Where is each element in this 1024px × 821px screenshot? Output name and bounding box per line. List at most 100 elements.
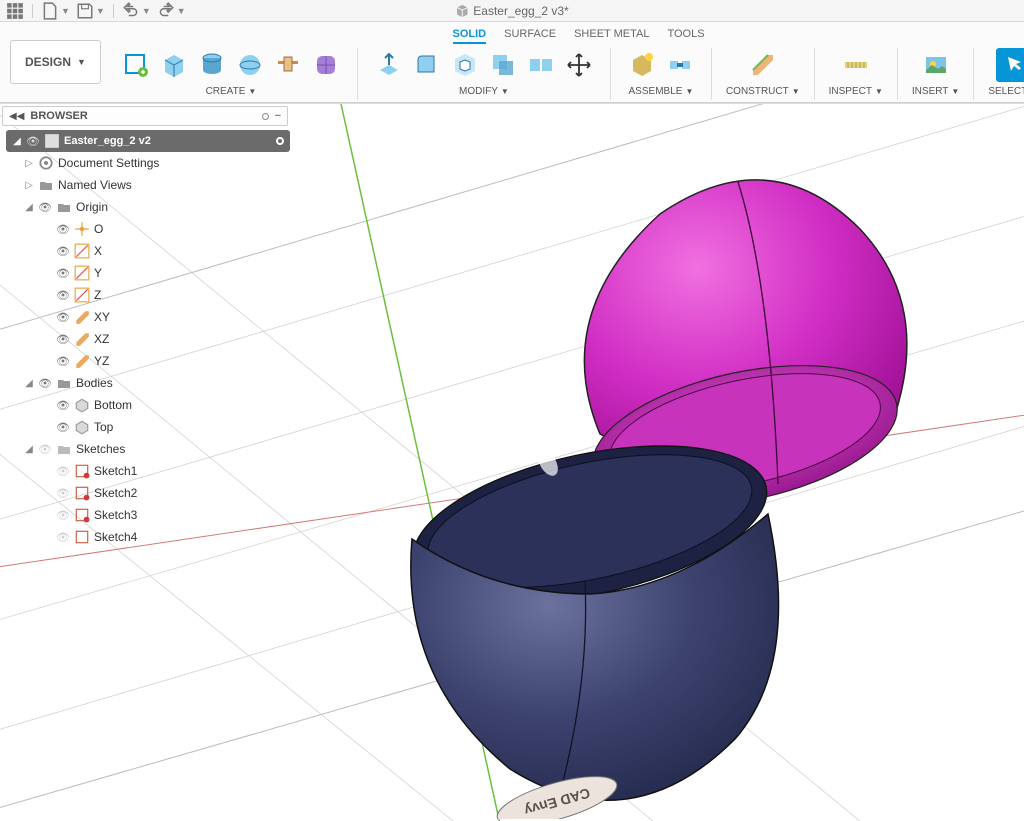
measure-tool-icon[interactable] xyxy=(839,48,873,82)
sketch-tool-icon[interactable] xyxy=(119,48,153,82)
tree-origin-x[interactable]: 👁X xyxy=(52,240,290,262)
viewport-3d[interactable]: CAD Envy ◀◀ BROWSER − ◢ 👁 Easter_egg_2 v… xyxy=(0,103,1024,821)
tree-root[interactable]: ◢ 👁 Easter_egg_2 v2 xyxy=(6,130,290,152)
tree-origin-xy[interactable]: 👁XY xyxy=(52,306,290,328)
group-label-create[interactable]: CREATE▼ xyxy=(206,86,257,97)
tree-sketch-4[interactable]: 👁Sketch4 xyxy=(52,526,290,548)
eye-off-icon[interactable]: 👁 xyxy=(56,487,70,500)
triangle-down-icon[interactable]: ◢ xyxy=(24,378,34,389)
workspace-switcher-button[interactable]: DESIGN ▼ xyxy=(10,40,101,84)
tree-label: XZ xyxy=(94,332,109,346)
eye-icon[interactable]: 👁 xyxy=(56,289,70,302)
eye-icon[interactable]: 👁 xyxy=(56,311,70,324)
separator xyxy=(711,48,712,100)
fillet-tool-icon[interactable] xyxy=(410,48,444,82)
save-icon[interactable] xyxy=(76,2,94,20)
box-tool-icon[interactable] xyxy=(157,48,191,82)
tree-sketches[interactable]: ◢ 👁 Sketches xyxy=(20,438,290,460)
group-construct: CONSTRUCT▼ xyxy=(720,48,806,97)
file-icon[interactable] xyxy=(41,2,59,20)
triangle-down-icon[interactable]: ◢ xyxy=(24,202,34,213)
collapse-left-icon[interactable]: ◀◀ xyxy=(9,111,24,122)
file-dropdown-arrow[interactable]: ▼ xyxy=(61,6,70,16)
eye-icon[interactable]: 👁 xyxy=(56,223,70,236)
hole-tool-icon[interactable] xyxy=(271,48,305,82)
tab-sheet-metal[interactable]: SHEET METAL xyxy=(574,28,649,44)
eye-icon[interactable]: 👁 xyxy=(56,267,70,280)
triangle-down-icon[interactable]: ◢ xyxy=(12,136,22,147)
move-tool-icon[interactable] xyxy=(562,48,596,82)
tree-origin-z[interactable]: 👁Z xyxy=(52,284,290,306)
separator xyxy=(814,48,815,100)
group-label-select[interactable]: SELECT▼ xyxy=(988,86,1024,97)
axis-icon xyxy=(74,287,90,303)
eye-icon[interactable]: 👁 xyxy=(56,333,70,346)
group-label-modify[interactable]: MODIFY▼ xyxy=(459,86,509,97)
group-label-assemble[interactable]: ASSEMBLE▼ xyxy=(629,86,694,97)
select-tool-icon[interactable] xyxy=(996,48,1024,82)
browser-header[interactable]: ◀◀ BROWSER − xyxy=(2,106,288,126)
body-bottom-3d[interactable]: CAD Envy xyxy=(380,409,800,819)
eye-icon[interactable]: 👁 xyxy=(38,201,52,214)
triangle-right-icon[interactable]: ▷ xyxy=(24,180,34,191)
eye-icon[interactable]: 👁 xyxy=(56,245,70,258)
plane-icon xyxy=(74,309,90,325)
eye-off-icon[interactable]: 👁 xyxy=(56,465,70,478)
redo-icon[interactable] xyxy=(157,2,175,20)
root-name: Easter_egg_2 v2 xyxy=(64,135,272,147)
sphere-tool-icon[interactable] xyxy=(233,48,267,82)
tree-label: X xyxy=(94,244,102,258)
save-dropdown-arrow[interactable]: ▼ xyxy=(96,6,105,16)
browser-options-icon[interactable] xyxy=(262,113,269,120)
tree-named-views[interactable]: ▷ Named Views xyxy=(20,174,290,196)
shell-tool-icon[interactable] xyxy=(448,48,482,82)
tree-sketch-3[interactable]: 👁Sketch3 xyxy=(52,504,290,526)
insert-tool-icon[interactable] xyxy=(919,48,953,82)
eye-icon[interactable]: 👁 xyxy=(56,421,70,434)
tree-origin-yz[interactable]: 👁YZ xyxy=(52,350,290,372)
group-label-insert[interactable]: INSERT▼ xyxy=(912,86,959,97)
presspull-tool-icon[interactable] xyxy=(372,48,406,82)
group-label-construct[interactable]: CONSTRUCT▼ xyxy=(726,86,800,97)
group-assemble: ASSEMBLE▼ xyxy=(619,48,703,97)
tab-tools[interactable]: TOOLS xyxy=(667,28,704,44)
tab-surface[interactable]: SURFACE xyxy=(504,28,556,44)
tree-origin[interactable]: ◢ 👁 Origin xyxy=(20,196,290,218)
eye-icon[interactable]: 👁 xyxy=(38,377,52,390)
undo-icon[interactable] xyxy=(122,2,140,20)
sketch-icon xyxy=(74,529,90,545)
minus-icon[interactable]: − xyxy=(275,110,281,122)
eye-off-icon[interactable]: 👁 xyxy=(38,443,52,456)
tree-sketch-1[interactable]: 👁Sketch1 xyxy=(52,460,290,482)
tree-body-top[interactable]: 👁Top xyxy=(52,416,290,438)
triangle-right-icon[interactable]: ▷ xyxy=(24,158,34,169)
active-component-icon[interactable] xyxy=(276,137,284,145)
align-tool-icon[interactable] xyxy=(524,48,558,82)
tree-bodies[interactable]: ◢ 👁 Bodies xyxy=(20,372,290,394)
eye-icon[interactable]: 👁 xyxy=(26,135,40,148)
tree-origin-xz[interactable]: 👁 XZ xyxy=(52,328,290,350)
joint-tool-icon[interactable] xyxy=(663,48,697,82)
tab-solid[interactable]: SOLID xyxy=(453,28,487,44)
group-label-inspect[interactable]: INSPECT▼ xyxy=(829,86,883,97)
tree-origin-o[interactable]: 👁O xyxy=(52,218,290,240)
tree-origin-y[interactable]: 👁Y xyxy=(52,262,290,284)
tree-sketch-2[interactable]: 👁Sketch2 xyxy=(52,482,290,504)
cylinder-tool-icon[interactable] xyxy=(195,48,229,82)
new-component-tool-icon[interactable] xyxy=(625,48,659,82)
eye-icon[interactable]: 👁 xyxy=(56,355,70,368)
combine-tool-icon[interactable] xyxy=(486,48,520,82)
eye-off-icon[interactable]: 👁 xyxy=(56,509,70,522)
form-tool-icon[interactable] xyxy=(309,48,343,82)
tree-body-bottom[interactable]: 👁Bottom xyxy=(52,394,290,416)
browser-tree: ◢ 👁 Easter_egg_2 v2 ▷ Document Settings … xyxy=(0,126,290,558)
triangle-down-icon[interactable]: ◢ xyxy=(24,444,34,455)
plane-icon xyxy=(74,353,90,369)
eye-off-icon[interactable]: 👁 xyxy=(56,531,70,544)
undo-dropdown-arrow[interactable]: ▼ xyxy=(142,6,151,16)
eye-icon[interactable]: 👁 xyxy=(56,399,70,412)
redo-dropdown-arrow[interactable]: ▼ xyxy=(177,6,186,16)
grid-icon[interactable] xyxy=(6,2,24,20)
plane-tool-icon[interactable] xyxy=(746,48,780,82)
tree-document-settings[interactable]: ▷ Document Settings xyxy=(20,152,290,174)
